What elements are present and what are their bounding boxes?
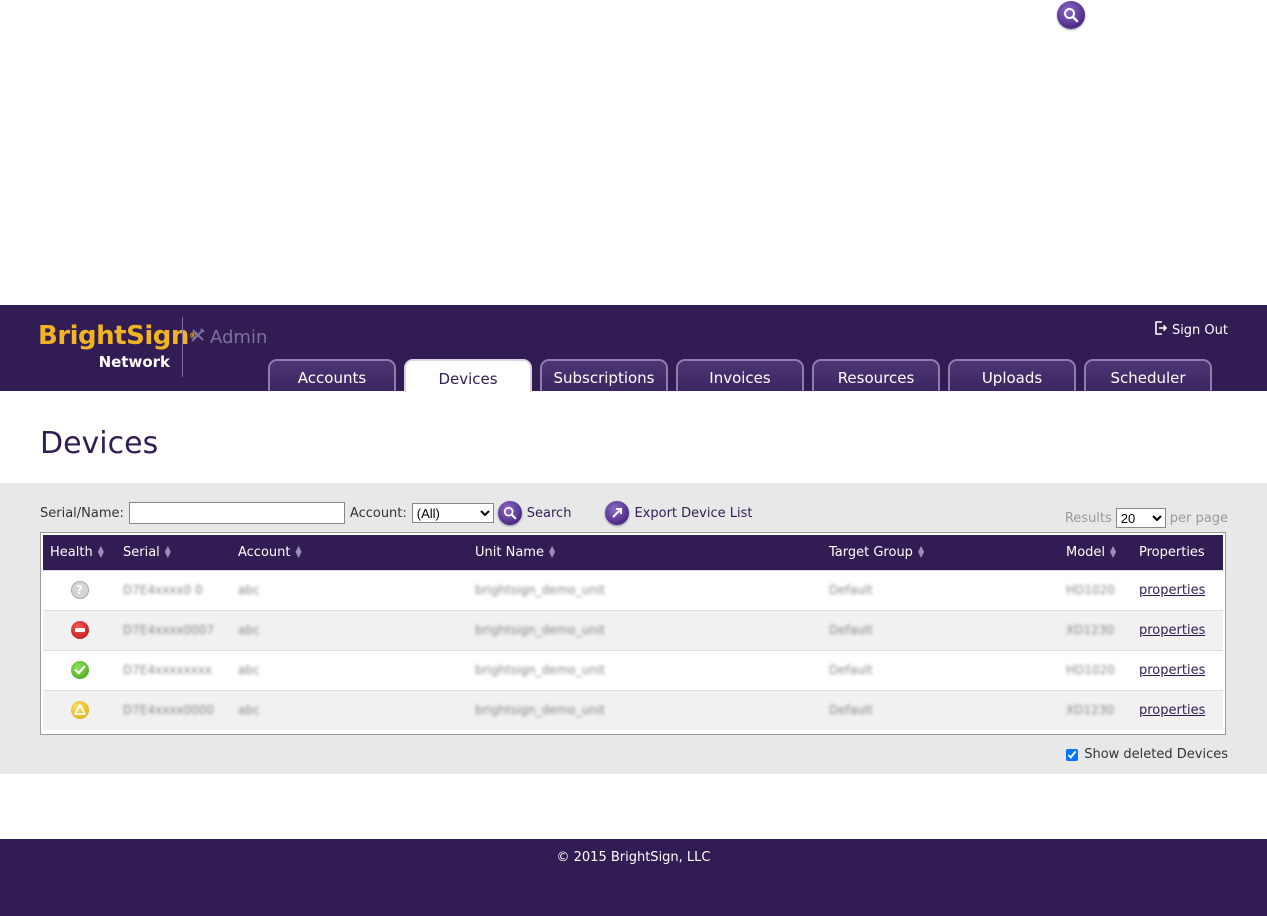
health-cell (43, 690, 116, 730)
properties-link[interactable]: properties (1139, 623, 1205, 638)
target-group-cell: Default (829, 582, 873, 597)
column-header-health[interactable]: Health ▲ ▼ (43, 535, 116, 570)
export-button-label: Export Device List (634, 505, 753, 521)
export-device-list-button[interactable]: Export Device List (605, 501, 752, 525)
admin-text: Admin (210, 327, 268, 348)
sort-icon: ▲ ▼ (548, 544, 556, 560)
health-error-icon (70, 621, 89, 639)
health-unknown-icon: ? (70, 581, 89, 599)
page-title: Devices (40, 426, 159, 461)
admin-label: Admin (190, 327, 267, 348)
devices-panel: Serial/Name: Account: (All) Search Expor… (0, 483, 1267, 774)
tab-invoices[interactable]: Invoices (676, 359, 804, 391)
results-per-page-select[interactable]: 20 (1115, 508, 1166, 528)
sort-icon: ▲ ▼ (1110, 544, 1117, 560)
logo-brand-text: BrightSign (38, 321, 189, 351)
tab-accounts[interactable]: Accounts (268, 359, 396, 391)
main-tabs: Accounts Devices Subscriptions Invoices … (268, 359, 1212, 392)
search-button[interactable]: Search (497, 501, 572, 525)
unit-name-cell: brightsign_demo_unit (475, 582, 605, 597)
serial-cell: D7E4xxxx0 0 (123, 582, 203, 597)
properties-cell: properties (1132, 650, 1223, 690)
column-header-account[interactable]: Account ▲ ▼ (231, 535, 468, 570)
account-cell: abc (238, 582, 260, 597)
serial-cell: D7E4xxxx0007 (123, 622, 215, 637)
account-select[interactable]: (All) (411, 503, 494, 523)
table-row: D7E4xxxx0007 abc brightsign_demo_unit De… (43, 610, 1223, 650)
tab-scheduler[interactable]: Scheduler (1084, 359, 1212, 391)
table-row: ? D7E4xxxx0 0 abc brightsign_demo_unit D… (43, 570, 1223, 610)
serial-name-input[interactable] (128, 502, 345, 524)
devices-table: Health ▲ ▼ Serial ▲ ▼ Account ▲ ▼ Unit Name ▲ ▼ … (43, 535, 1223, 730)
tab-uploads[interactable]: Uploads (948, 359, 1076, 391)
sign-out-icon (1154, 321, 1168, 339)
properties-cell: properties (1132, 610, 1223, 650)
serial-cell: D7E4xxxxxxxx (123, 662, 212, 677)
model-cell: HD1020 (1066, 662, 1115, 677)
logo-network-text: Network (98, 353, 170, 371)
properties-link[interactable]: properties (1139, 703, 1205, 718)
unit-name-cell: brightsign_demo_unit (475, 622, 605, 637)
search-icon (497, 501, 522, 525)
column-header-properties: Properties (1139, 544, 1205, 560)
properties-cell: properties (1132, 570, 1223, 610)
health-cell: ? (43, 570, 116, 610)
health-cell (43, 650, 116, 690)
model-cell: XD1230 (1066, 622, 1114, 637)
results-per-page: Results 20 per page (1065, 508, 1228, 528)
table-header-row: Health ▲ ▼ Serial ▲ ▼ Account ▲ ▼ Unit Name ▲ ▼ … (43, 535, 1223, 570)
target-group-cell: Default (829, 662, 873, 677)
tools-icon (190, 327, 206, 348)
tab-resources[interactable]: Resources (812, 359, 940, 391)
copyright-text: © 2015 BrightSign, LLC (556, 850, 711, 865)
results-label: Results (1064, 510, 1112, 526)
tab-devices[interactable]: Devices (404, 359, 532, 392)
column-header-target-group[interactable]: Target Group ▲ ▼ (822, 535, 1059, 570)
health-ok-icon (70, 661, 89, 679)
sort-icon: ▲ ▼ (295, 544, 302, 560)
table-row: D7E4xxxx0000 abc brightsign_demo_unit De… (43, 690, 1223, 730)
target-group-cell: Default (829, 622, 873, 637)
account-cell: abc (238, 662, 260, 677)
search-icon[interactable] (1057, 1, 1085, 29)
health-warning-icon (70, 701, 89, 720)
unit-name-cell: brightsign_demo_unit (475, 662, 605, 677)
per-page-label: per page (1169, 510, 1228, 526)
properties-link[interactable]: properties (1139, 583, 1205, 598)
health-cell (43, 610, 116, 650)
export-icon (605, 501, 630, 525)
filter-bar: Serial/Name: Account: (All) Search Expor… (40, 501, 752, 525)
properties-link[interactable]: properties (1139, 663, 1205, 678)
serial-cell: D7E4xxxx0000 (123, 702, 215, 717)
serial-name-label: Serial/Name: (40, 505, 124, 521)
column-header-unit-name[interactable]: Unit Name ▲ ▼ (468, 535, 822, 570)
account-label: Account: (349, 505, 407, 521)
column-header-serial[interactable]: Serial ▲ ▼ (116, 535, 231, 570)
tab-subscriptions[interactable]: Subscriptions (540, 359, 668, 391)
account-cell: abc (238, 622, 260, 637)
sort-icon: ▲ ▼ (97, 544, 104, 560)
devices-table-container: Health ▲ ▼ Serial ▲ ▼ Account ▲ ▼ Unit Name ▲ ▼ … (40, 532, 1226, 735)
column-header-model[interactable]: Model ▲ ▼ (1059, 535, 1132, 570)
show-deleted-devices[interactable]: Show deleted Devices (1066, 747, 1228, 762)
logo-divider (182, 317, 183, 377)
target-group-cell: Default (829, 702, 873, 717)
search-button-label: Search (526, 505, 572, 521)
brightsign-logo[interactable]: BrightSign® Network (38, 321, 197, 371)
model-cell: HD1020 (1066, 582, 1115, 597)
sign-out-text: Sign Out (1171, 322, 1228, 338)
unit-name-cell: brightsign_demo_unit (475, 702, 605, 717)
table-row: D7E4xxxxxxxx abc brightsign_demo_unit De… (43, 650, 1223, 690)
sort-icon: ▲ ▼ (917, 544, 925, 560)
sign-out-link[interactable]: Sign Out (1154, 321, 1228, 339)
model-cell: XD1230 (1066, 702, 1114, 717)
account-cell: abc (238, 702, 260, 717)
sort-icon: ▲ ▼ (164, 544, 171, 560)
properties-cell: properties (1132, 690, 1223, 730)
show-deleted-checkbox[interactable] (1066, 748, 1079, 761)
show-deleted-label: Show deleted Devices (1084, 747, 1228, 762)
header: BrightSign® Network Admin Sign Out Accou… (0, 305, 1267, 392)
footer: © 2015 BrightSign, LLC (0, 839, 1267, 916)
